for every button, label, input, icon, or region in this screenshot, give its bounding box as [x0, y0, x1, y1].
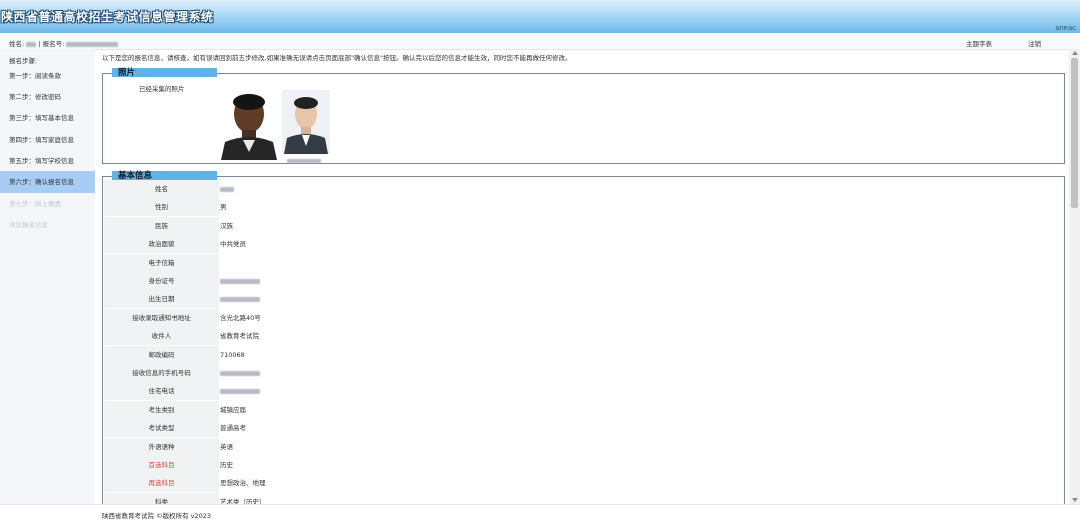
- vertical-scrollbar[interactable]: [1069, 49, 1080, 504]
- notice-text: 以下是您的报名信息，请核查。如有误请回到前五步修改,如果准确无误请点击页面底部"…: [102, 54, 572, 62]
- photo-label: 已经采集的照片: [139, 85, 185, 93]
- sidebar-heading: 报名步骤:: [9, 57, 38, 65]
- scroll-down-icon[interactable]: [1072, 498, 1078, 502]
- sidebar-step-4[interactable]: 第四步：填写家庭信息: [0, 129, 95, 151]
- name-label: 姓名:: [9, 40, 25, 48]
- field-label: 邮政编码: [104, 345, 219, 365]
- field-value: 男: [220, 203, 227, 212]
- sidebar-step-3[interactable]: 第三步：填写基本信息: [0, 107, 95, 129]
- photo-section-legend: 照片: [112, 68, 217, 78]
- field-value: 思想政治、地理: [220, 479, 266, 488]
- field-value: 城镇应届: [220, 405, 246, 414]
- field-label: 再选科目: [104, 474, 219, 494]
- footer: 陕西省教育考试院 ©版权所有 v2023: [0, 504, 1080, 524]
- field-value-redacted: [220, 272, 260, 290]
- field-label: 收件人: [104, 327, 219, 347]
- field-value: 英语: [220, 442, 233, 451]
- reg-number-redacted: [66, 41, 119, 47]
- field-label: 外语语种: [104, 437, 219, 457]
- reg-number-label: | 报名号:: [38, 40, 65, 48]
- field-value: 汉族: [220, 221, 233, 230]
- applicant-photo-1: [219, 88, 279, 160]
- field-label: 首选科目: [104, 456, 219, 475]
- field-value: 中共党员: [220, 240, 246, 249]
- logout-link[interactable]: 注销: [1028, 38, 1041, 48]
- guide-link[interactable]: 主题字表: [966, 38, 992, 48]
- field-label: 考试类型: [104, 419, 219, 439]
- brand-logo-text: sneac: [1055, 24, 1076, 32]
- field-label: 姓名: [104, 180, 219, 199]
- field-value-redacted: [220, 364, 260, 382]
- sidebar-step-6[interactable]: 第六步：确认报名信息: [0, 171, 95, 193]
- field-label: 出生日期: [104, 290, 219, 310]
- scroll-thumb[interactable]: [1071, 58, 1078, 208]
- field-value-redacted: [220, 290, 260, 308]
- field-label: 民族: [104, 216, 219, 236]
- sidebar-step-2[interactable]: 第二步：修改密码: [0, 86, 95, 108]
- sidebar: 报名步骤: 第一步：阅读条款 第二步：修改密码 第三步：填写基本信息 第四步：填…: [0, 49, 95, 504]
- field-label: 考生类别: [104, 400, 219, 420]
- sidebar-step-1[interactable]: 第一步：阅读条款: [0, 65, 95, 87]
- user-bar: 姓名: | 报名号: 主题字表 注销: [0, 33, 1080, 50]
- sidebar-step-5[interactable]: 第五步：填写学校信息: [0, 150, 95, 172]
- field-value: 普通高考: [220, 424, 246, 433]
- field-label: 接收录取通知书地址: [104, 308, 219, 328]
- sidebar-view-info: 浏览报名信息: [9, 221, 48, 229]
- field-value-redacted: [220, 180, 234, 198]
- footer-copyright: 陕西省教育考试院 ©版权所有 v2023: [102, 512, 212, 520]
- field-value: 710068: [220, 350, 245, 359]
- scroll-up-icon[interactable]: [1072, 51, 1078, 55]
- field-value-redacted: [220, 382, 260, 400]
- field-value: 含光北路40号: [220, 313, 261, 322]
- field-label: 性别: [104, 198, 219, 218]
- sidebar-step-7: 第七步：网上缴费: [9, 200, 61, 208]
- field-label: 电子信箱: [104, 253, 219, 273]
- app-header: 陕西省普通高校招生考试信息管理系统 sneac: [0, 0, 1080, 33]
- name-value-redacted: [26, 41, 37, 47]
- applicant-photo-2: [282, 90, 330, 154]
- field-label: 身份证号: [104, 272, 219, 291]
- field-value: 省教育考试院: [220, 332, 259, 341]
- basic-info-legend: 基本信息: [112, 171, 217, 181]
- user-info: 姓名: | 报名号:: [9, 38, 119, 48]
- field-value: 历史: [220, 461, 233, 469]
- field-label: 政治面貌: [104, 235, 219, 255]
- field-label: 接收信息的手机号码: [104, 364, 219, 383]
- photo-caption-redacted: [287, 159, 321, 163]
- field-label: 住宅电话: [104, 382, 219, 402]
- app-title: 陕西省普通高校招生考试信息管理系统: [1, 10, 214, 24]
